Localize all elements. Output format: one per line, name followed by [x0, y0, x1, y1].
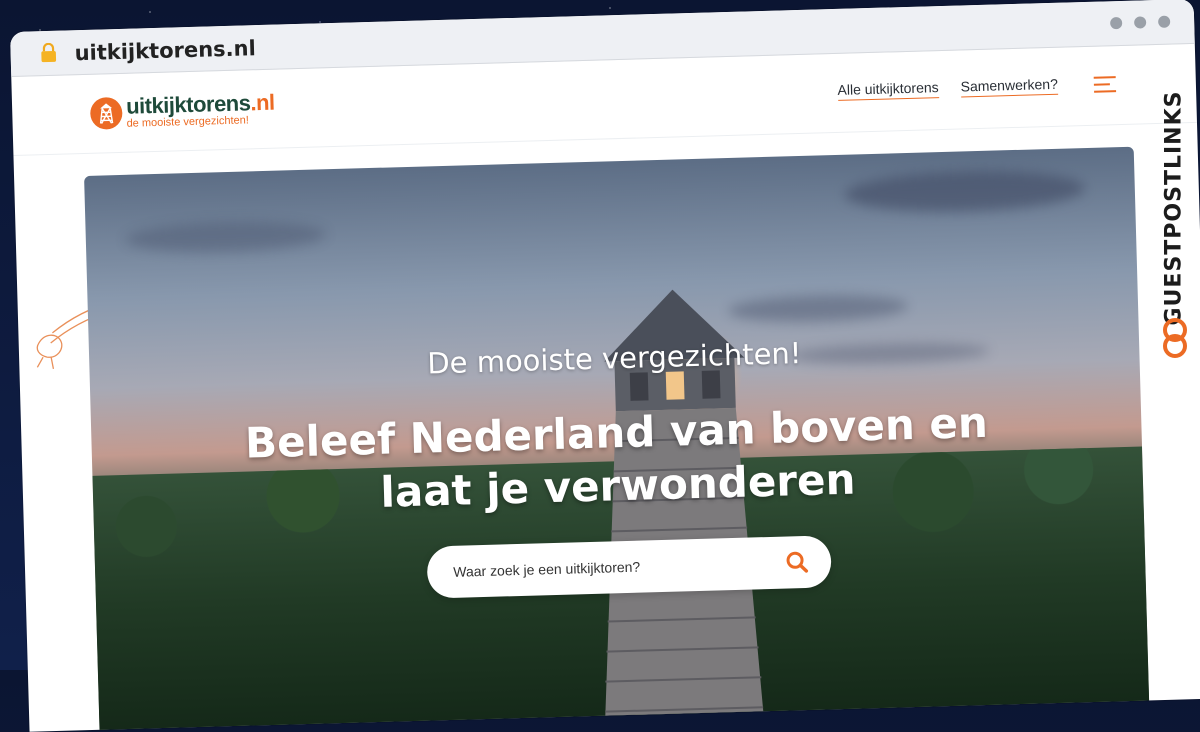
link-chain-icon: [1163, 318, 1187, 358]
hero-section: De mooiste vergezichten! Beleef Nederlan…: [84, 146, 1150, 732]
url-text[interactable]: uitkijktorens.nl: [74, 36, 256, 65]
hamburger-menu-icon[interactable]: [1093, 75, 1117, 93]
lock-icon: [41, 42, 57, 63]
tower-logo-icon: [89, 96, 123, 130]
search-icon[interactable]: [777, 542, 818, 583]
nav-link-samenwerken[interactable]: Samenwerken?: [960, 75, 1059, 98]
window-dot[interactable]: [1157, 15, 1171, 28]
main-nav: Alle uitkijktorens Samenwerken?: [837, 74, 1117, 101]
window-controls: [1110, 15, 1171, 30]
window-dot[interactable]: [1110, 16, 1123, 30]
logo-tagline: de mooiste vergezichten!: [126, 114, 250, 130]
logo-tld: .nl: [250, 89, 275, 116]
search-input[interactable]: [450, 553, 778, 581]
nav-link-alle-uitkijktorens[interactable]: Alle uitkijktorens: [837, 79, 939, 101]
watermark-brand: GUESTPOSTLINKS: [1156, 58, 1192, 358]
watermark-text: GUESTPOSTLINKS: [1161, 90, 1187, 326]
browser-window: uitkijktorens.nl uitkijktorens.nl de moo…: [10, 0, 1200, 732]
site-logo[interactable]: uitkijktorens.nl de mooiste vergezichten…: [89, 89, 275, 131]
window-dot[interactable]: [1134, 16, 1147, 29]
